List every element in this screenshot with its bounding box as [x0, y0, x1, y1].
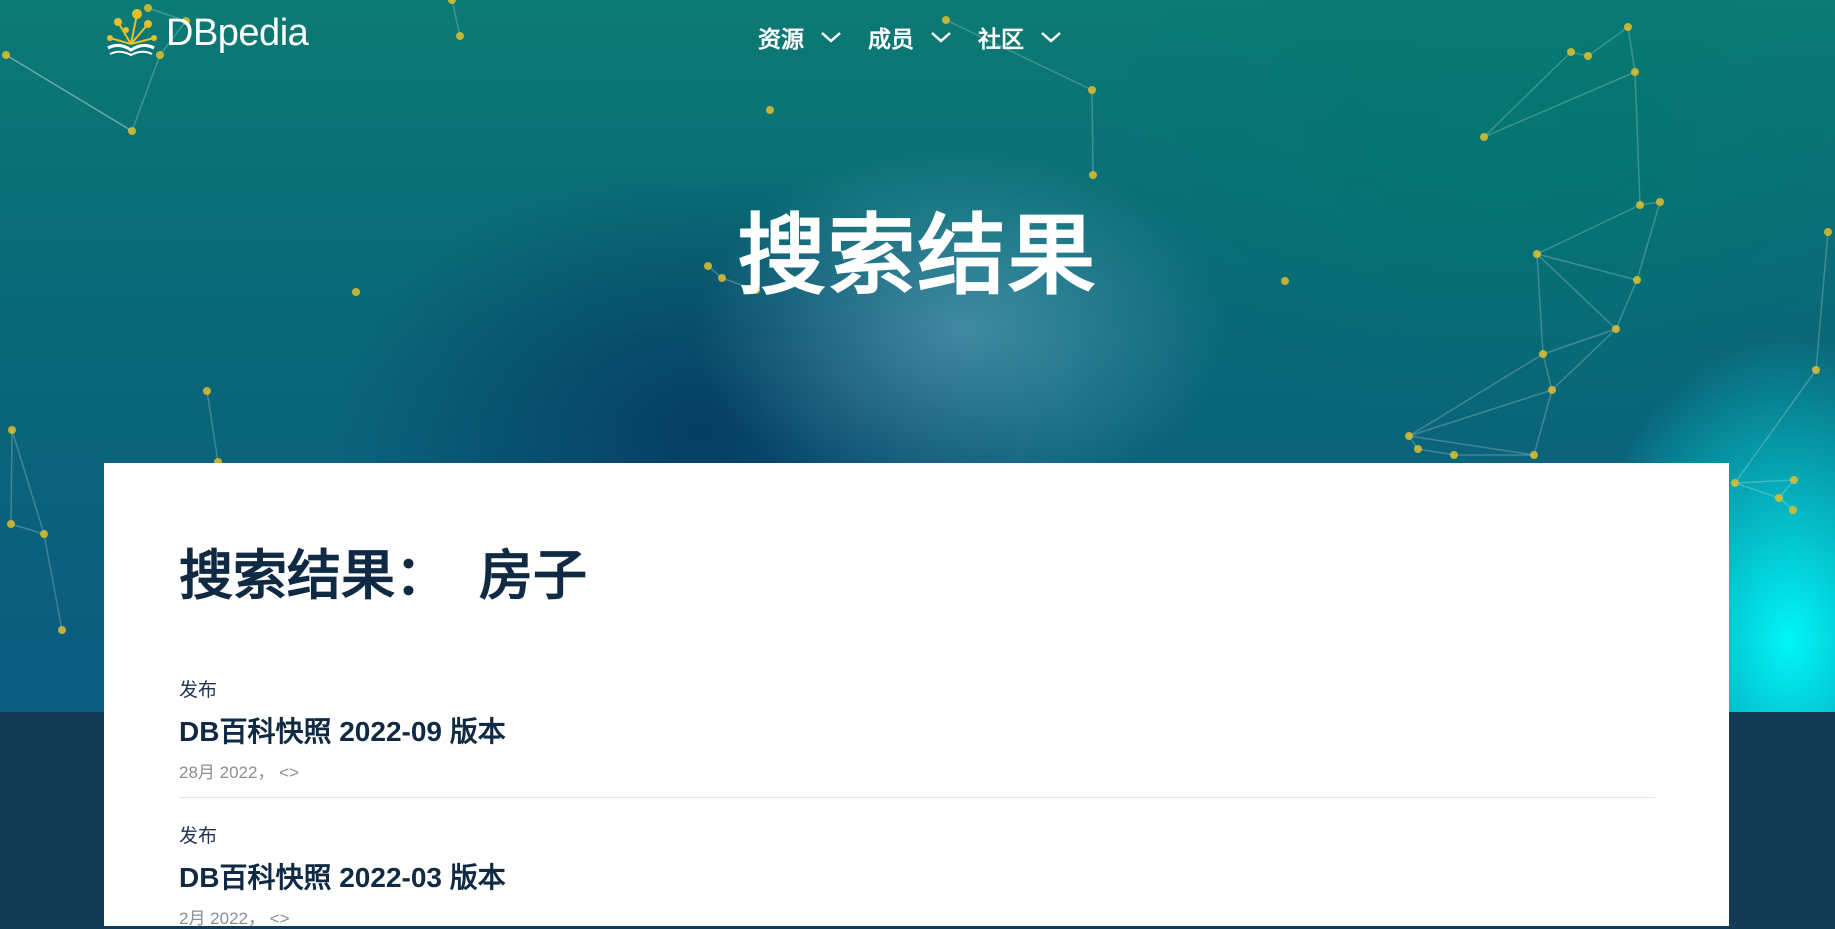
chevron-down-icon: [931, 32, 951, 43]
network-link: [10, 429, 13, 525]
brand-name: DBpedia: [166, 11, 309, 54]
network-node: [1775, 494, 1783, 502]
network-node: [1414, 445, 1422, 453]
nav-item-community[interactable]: 社区: [978, 20, 1062, 54]
network-link: [1408, 353, 1544, 437]
network-node: [1548, 386, 1556, 394]
dbpedia-logo-icon: [107, 9, 157, 57]
network-node: [1789, 506, 1797, 514]
network-link: [1734, 479, 1795, 484]
network-node: [766, 106, 774, 114]
network-node: [1612, 325, 1620, 333]
result-title-link[interactable]: DB百科快照 2022-03 版本: [179, 856, 1655, 896]
network-link: [1542, 328, 1617, 355]
nav-item-members[interactable]: 成员: [868, 20, 952, 54]
network-node: [1480, 133, 1488, 141]
search-term: 房子: [479, 546, 587, 606]
logo[interactable]: DBpedia: [104, 8, 309, 58]
network-node: [1088, 86, 1096, 94]
nav-item-resources[interactable]: 资源: [758, 20, 842, 54]
network-link: [1091, 89, 1094, 176]
network-link: [1408, 435, 1535, 456]
network-link: [1734, 369, 1817, 484]
result-item: 发布 DB百科快照 2022-09 版本 28月 2022， <>: [179, 675, 1655, 783]
network-link: [1417, 448, 1455, 456]
network-node: [203, 387, 211, 395]
network-node: [1530, 451, 1538, 459]
network-link: [1551, 328, 1617, 391]
network-link: [1533, 389, 1553, 456]
result-meta: 28月 2022， <>: [179, 763, 300, 782]
network-link: [43, 533, 63, 631]
network-link: [10, 523, 45, 535]
network-link: [1542, 353, 1553, 391]
network-node: [1539, 350, 1547, 358]
network-node: [40, 530, 48, 538]
chevron-down-icon: [1041, 32, 1061, 43]
result-item: 发布 DB百科快照 2022-03 版本 2月 2022， <>: [179, 821, 1655, 929]
result-title-link[interactable]: DB百科快照 2022-09 版本: [179, 710, 1655, 750]
result-meta: 2月 2022， <>: [179, 909, 290, 928]
network-node: [1790, 476, 1798, 484]
network-link: [206, 390, 219, 463]
search-heading: 搜索结果： 房子: [179, 531, 587, 610]
result-category[interactable]: 发布: [179, 675, 1655, 702]
top-navigation: DBpedia 资源 成员 社区: [0, 0, 1835, 76]
network-node: [58, 626, 66, 634]
network-link: [11, 429, 45, 535]
result-divider: [179, 797, 1655, 798]
chevron-down-icon: [821, 32, 841, 43]
network-node: [8, 426, 16, 434]
network-node: [128, 127, 136, 135]
network-node: [1812, 366, 1820, 374]
network-node: [1405, 432, 1413, 440]
nav-item-label: 资源: [758, 26, 804, 52]
network-link: [1734, 482, 1780, 499]
nav-item-label: 成员: [868, 26, 914, 52]
results-card: 搜索结果： 房子 发布 DB百科快照 2022-09 版本 28月 2022， <…: [104, 463, 1729, 929]
network-node: [1731, 479, 1739, 487]
main-nav: 资源 成员 社区: [758, 20, 1062, 54]
page-title: 搜索结果: [737, 206, 1098, 305]
network-node: [7, 520, 15, 528]
network-node: [1089, 171, 1097, 179]
search-heading-label: 搜索结果：: [179, 546, 449, 606]
network-link: [1483, 71, 1636, 138]
network-link: [1408, 389, 1553, 437]
result-category[interactable]: 发布: [179, 821, 1655, 848]
nav-item-label: 社区: [978, 26, 1024, 52]
network-node: [1450, 451, 1458, 459]
